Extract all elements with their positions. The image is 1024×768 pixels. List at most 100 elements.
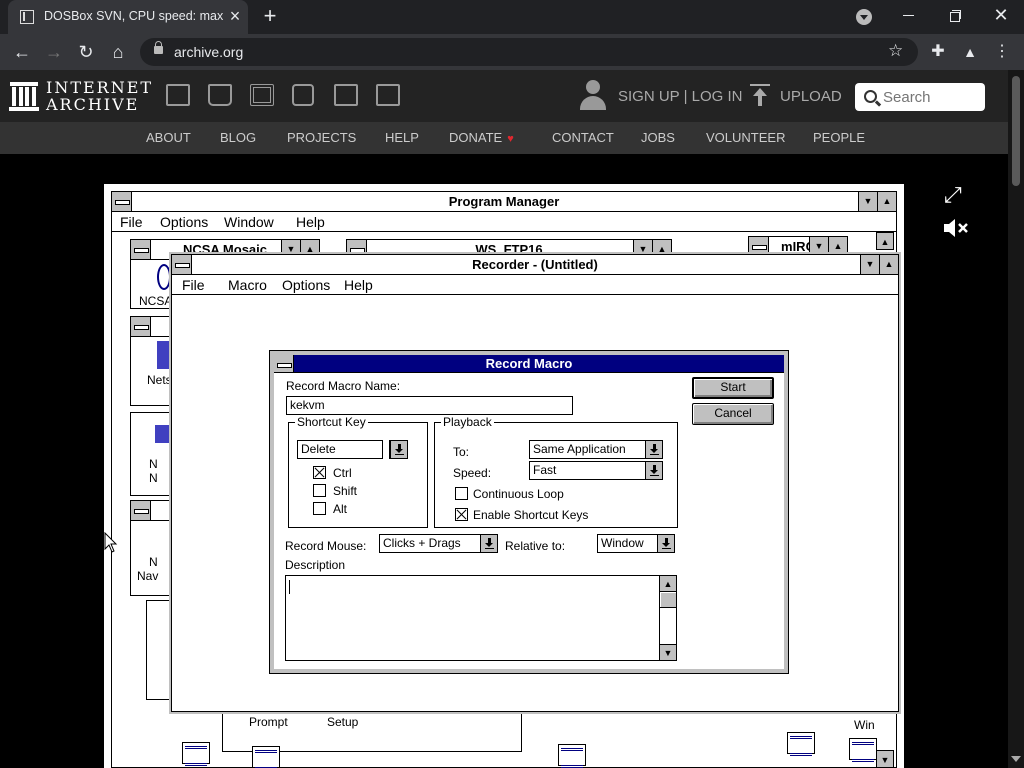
bookmark-star-icon[interactable]: ☆ <box>888 41 903 61</box>
recorder-menu-options[interactable]: Options <box>282 277 330 293</box>
group-icon-4[interactable] <box>787 732 815 756</box>
group-icon-3[interactable] <box>558 744 586 768</box>
chevron-down-icon[interactable] <box>645 441 662 458</box>
recorder-maximize-icon[interactable]: ▲ <box>879 255 898 274</box>
progman-menu-window[interactable]: Window <box>224 214 274 230</box>
browser-tab[interactable]: DOSBox SVN, CPU speed: max 75 × <box>8 0 248 34</box>
ncsa-group-system-menu-icon[interactable] <box>131 240 151 259</box>
recorder-menu-file[interactable]: File <box>182 277 205 293</box>
to-select[interactable]: Same Application <box>529 440 663 459</box>
dosbox-emulator-screen[interactable]: Program Manager ▼ ▲ File Options Window … <box>104 184 904 768</box>
group-icon-2[interactable] <box>252 746 280 768</box>
web-wayback-icon[interactable] <box>166 84 190 106</box>
progman-maximize-icon[interactable]: ▲ <box>877 192 896 211</box>
chevron-down-icon[interactable] <box>645 462 662 479</box>
chevron-down-icon[interactable] <box>480 535 497 552</box>
nav-contact[interactable]: CONTACT <box>552 130 614 145</box>
progman-scroll-up-icon[interactable]: ▲ <box>876 232 894 250</box>
enable-shortcut-keys-checkbox[interactable] <box>455 508 468 521</box>
extensions-puzzle-icon[interactable]: ✚ <box>926 40 950 64</box>
shortcut-key-dropdown[interactable] <box>389 440 408 459</box>
home-icon[interactable]: ⌂ <box>106 40 130 64</box>
texts-book-icon[interactable] <box>208 84 232 106</box>
address-bar[interactable]: archive.org ☆ <box>140 38 918 66</box>
cancel-button[interactable]: Cancel <box>692 403 774 425</box>
user-avatar-icon[interactable] <box>578 80 608 112</box>
video-film-icon[interactable] <box>250 84 274 106</box>
relative-to-select[interactable]: Window <box>597 534 675 553</box>
continuous-loop-checkbox[interactable] <box>455 487 468 500</box>
recorder-system-menu-icon[interactable] <box>172 255 192 274</box>
progman-scroll-down-icon[interactable]: ▼ <box>876 750 894 768</box>
description-textarea[interactable]: ▲ ▼ <box>285 575 677 661</box>
nav-donate[interactable]: DONATE ♥ <box>449 130 514 145</box>
ia-temple-logo-icon[interactable] <box>9 80 39 112</box>
progman-system-menu-icon[interactable] <box>112 192 132 211</box>
chevron-down-icon[interactable] <box>390 441 407 458</box>
profile-icon[interactable]: ▲ <box>958 40 982 64</box>
images-picture-icon[interactable] <box>376 84 400 106</box>
shortcut-key-select[interactable]: Delete <box>297 440 383 459</box>
scroll-up-arrow-icon[interactable]: ▲ <box>660 576 676 592</box>
audio-speaker-icon[interactable] <box>292 84 314 106</box>
software-floppy-icon[interactable] <box>334 84 358 106</box>
nav-volunteer[interactable]: VOLUNTEER <box>706 130 785 145</box>
nav-about[interactable]: ABOUT <box>146 130 191 145</box>
n-program-icon[interactable] <box>155 425 169 443</box>
description-scroll-track[interactable] <box>660 608 676 644</box>
page-scrollbar[interactable] <box>1008 70 1024 768</box>
tab-close-icon[interactable]: × <box>226 7 244 25</box>
record-mouse-select[interactable]: Clicks + Drags <box>379 534 498 553</box>
nav-system-menu-icon[interactable] <box>131 501 151 520</box>
speed-select[interactable]: Fast <box>529 461 663 480</box>
progman-menu-file[interactable]: File <box>120 214 143 230</box>
recorder-menu-macro[interactable]: Macro <box>228 277 267 293</box>
ncsa-globe-icon[interactable] <box>157 264 171 290</box>
progman-menu-options[interactable]: Options <box>160 214 208 230</box>
nav-help[interactable]: HELP <box>385 130 419 145</box>
group-icon-1[interactable] <box>182 742 210 766</box>
description-scrollbar[interactable]: ▲ ▼ <box>659 576 676 660</box>
forward-arrow-icon[interactable]: → <box>42 40 66 64</box>
chevron-down-icon[interactable] <box>657 535 674 552</box>
kebab-menu-icon[interactable]: ⋮ <box>990 40 1014 64</box>
url-text[interactable]: archive.org <box>174 44 243 60</box>
shift-checkbox[interactable] <box>313 484 326 497</box>
macro-name-input[interactable]: kekvm <box>286 396 573 415</box>
tab-search-icon[interactable] <box>856 9 872 25</box>
ctrl-checkbox[interactable] <box>313 466 326 479</box>
lock-icon[interactable] <box>154 41 163 54</box>
page-scrollbar-thumb[interactable] <box>1012 76 1020 186</box>
recorder-menu-help[interactable]: Help <box>344 277 373 293</box>
group-icon-5[interactable] <box>849 738 877 762</box>
nav-blog[interactable]: BLOG <box>220 130 256 145</box>
dialog-system-menu-icon[interactable] <box>274 355 294 372</box>
new-tab-button[interactable]: + <box>258 5 282 29</box>
progman-minimize-icon[interactable]: ▼ <box>858 192 877 211</box>
nav-people[interactable]: PEOPLE <box>813 130 865 145</box>
record-macro-title-bar[interactable]: Record Macro <box>274 355 784 373</box>
recorder-minimize-icon[interactable]: ▼ <box>860 255 879 274</box>
ia-search-box[interactable] <box>855 83 985 111</box>
nets-system-menu-icon[interactable] <box>131 317 151 336</box>
minimize-button[interactable] <box>896 4 922 26</box>
reload-icon[interactable]: ↻ <box>74 40 98 64</box>
nav-projects[interactable]: PROJECTS <box>287 130 356 145</box>
back-arrow-icon[interactable]: ← <box>10 40 34 64</box>
scroll-down-arrow-icon[interactable] <box>1011 756 1021 762</box>
program-manager-title-bar[interactable]: Program Manager ▼ ▲ <box>112 192 896 212</box>
upload-link[interactable]: UPLOAD <box>780 88 842 105</box>
start-button[interactable]: Start <box>692 377 774 399</box>
ia-logo-text[interactable]: INTERNET ARCHIVE <box>46 79 153 113</box>
scroll-down-arrow-icon[interactable]: ▼ <box>660 644 676 660</box>
alt-checkbox[interactable] <box>313 502 326 515</box>
restore-button[interactable] <box>942 4 968 26</box>
recorder-title-bar[interactable]: Recorder - (Untitled) ▼ ▲ <box>172 255 898 275</box>
progman-menu-help[interactable]: Help <box>296 214 325 230</box>
signup-login-link[interactable]: SIGN UP | LOG IN <box>618 88 742 105</box>
search-input[interactable] <box>883 86 979 108</box>
nav-jobs[interactable]: JOBS <box>641 130 675 145</box>
mute-speaker-icon[interactable] <box>942 216 970 240</box>
netscape-icon[interactable] <box>157 341 171 369</box>
description-scroll-thumb[interactable] <box>660 592 676 608</box>
